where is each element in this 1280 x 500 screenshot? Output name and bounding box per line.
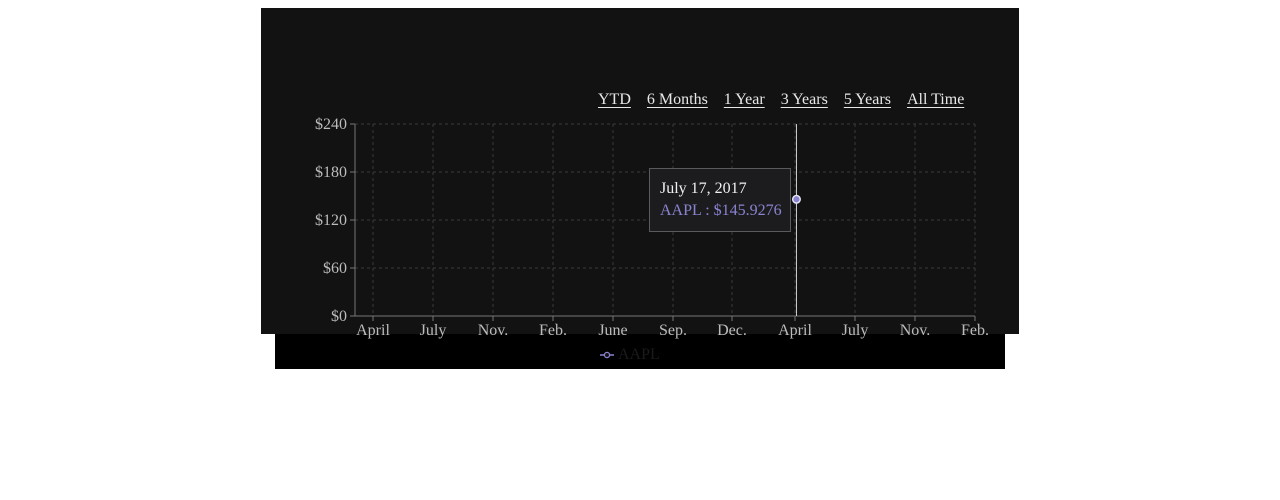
data-point-aapl[interactable]	[791, 194, 801, 204]
x-tick-label: Feb.	[961, 322, 989, 339]
x-tick-label: Sep.	[659, 322, 687, 339]
x-tick-label: July	[420, 322, 447, 339]
chart-tooltip: July 17, 2017 AAPL : $145.9276	[649, 168, 791, 232]
y-tick-label: $240	[315, 116, 347, 133]
x-tick-label: Dec.	[717, 322, 747, 339]
y-tick-label: $60	[323, 260, 347, 277]
legend-line-marker-icon	[600, 351, 614, 359]
y-tick-label: $0	[331, 308, 347, 325]
x-tick-label: Nov.	[478, 322, 509, 339]
tooltip-value: AAPL : $145.9276	[660, 202, 782, 219]
x-tick-label: July	[842, 322, 869, 339]
x-tick-label: April	[778, 322, 812, 339]
y-tick-label: $180	[315, 164, 347, 181]
x-tick-label: Nov.	[900, 322, 931, 339]
line-chart[interactable]: $0 $60 $120 $180 $240 April July Nov. Feb. June Se…	[0, 0, 1280, 500]
x-tick-label: Feb.	[539, 322, 567, 339]
chart-legend[interactable]: AAPL	[600, 346, 660, 364]
x-tick-label: June	[598, 322, 627, 339]
legend-label: AAPL	[618, 346, 660, 363]
y-tick-label: $120	[315, 212, 347, 229]
tooltip-date: July 17, 2017	[660, 180, 747, 197]
x-tick-label: April	[356, 322, 390, 339]
